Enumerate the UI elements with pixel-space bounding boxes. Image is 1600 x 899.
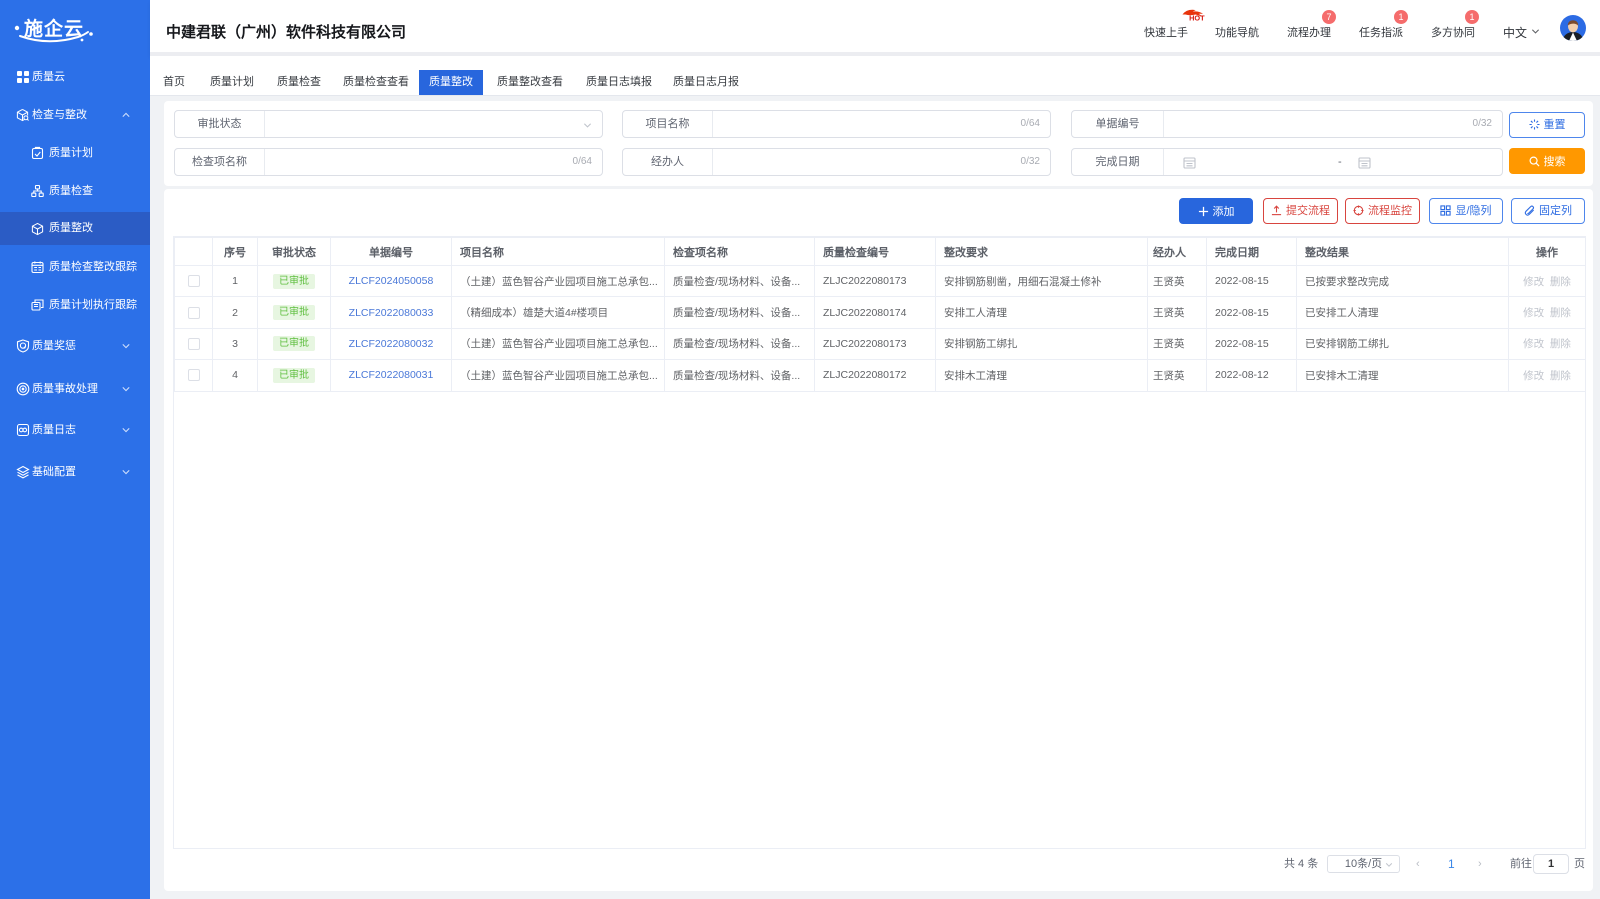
svg-text:HOT: HOT — [1189, 13, 1205, 22]
